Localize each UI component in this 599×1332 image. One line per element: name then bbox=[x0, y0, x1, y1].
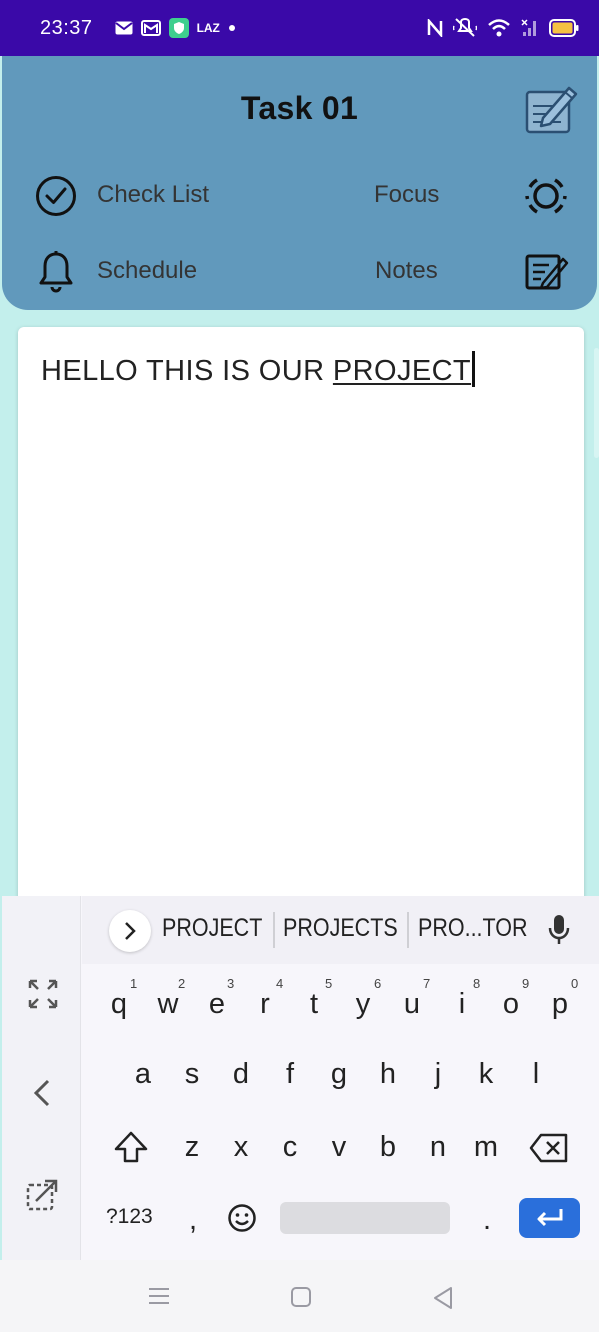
key-period[interactable]: . bbox=[467, 1200, 507, 1240]
key-c[interactable]: c bbox=[270, 1127, 310, 1167]
note-text-body: HELLO THIS IS OUR bbox=[41, 355, 333, 387]
signal-icon bbox=[521, 19, 536, 36]
focus-label[interactable]: Focus bbox=[374, 181, 439, 209]
enter-key[interactable] bbox=[519, 1198, 580, 1238]
composing-word: PROJECT bbox=[332, 355, 472, 387]
key-x[interactable]: x bbox=[221, 1127, 261, 1167]
notes-button[interactable] bbox=[525, 253, 569, 295]
key-j[interactable]: j bbox=[418, 1054, 458, 1094]
notes-label[interactable]: Notes bbox=[375, 257, 438, 285]
key-f[interactable]: f bbox=[270, 1054, 310, 1094]
navigation-bar bbox=[0, 1260, 599, 1332]
enter-icon bbox=[537, 1209, 562, 1227]
edit-note-icon bbox=[525, 86, 578, 134]
check-list-label[interactable]: Check List bbox=[97, 181, 209, 209]
key-z[interactable]: z bbox=[172, 1127, 212, 1167]
battery-icon bbox=[549, 19, 579, 37]
status-bar: 23:37 LAZ bbox=[0, 0, 599, 56]
bell-icon bbox=[39, 251, 73, 293]
key-u[interactable]: u bbox=[392, 984, 432, 1024]
key-d[interactable]: d bbox=[221, 1054, 261, 1094]
key-n[interactable]: n bbox=[418, 1127, 458, 1167]
suggestion-3[interactable]: PRO...TOR bbox=[418, 914, 528, 943]
chevron-left-icon[interactable] bbox=[32, 1078, 52, 1108]
shift-icon[interactable] bbox=[113, 1130, 149, 1164]
key-s[interactable]: s bbox=[172, 1054, 212, 1094]
suggestion-expand-button[interactable] bbox=[109, 910, 151, 952]
note-text[interactable]: HELLO THIS IS OUR PROJECT bbox=[41, 351, 476, 388]
dot-icon bbox=[228, 25, 235, 31]
emoji-icon[interactable] bbox=[227, 1203, 257, 1233]
key-y[interactable]: y bbox=[343, 984, 383, 1024]
status-time: 23:37 bbox=[40, 16, 93, 39]
space-key[interactable] bbox=[280, 1202, 450, 1234]
symbols-key[interactable]: ?123 bbox=[106, 1205, 153, 1229]
key-b[interactable]: b bbox=[368, 1127, 408, 1167]
text-caret bbox=[472, 351, 476, 387]
float-keyboard-icon[interactable] bbox=[26, 1177, 60, 1211]
backspace-icon[interactable] bbox=[529, 1133, 569, 1163]
mail-icon bbox=[114, 21, 133, 35]
chevron-right-icon bbox=[125, 922, 136, 940]
mute-icon bbox=[453, 18, 477, 37]
nfc-icon bbox=[427, 19, 443, 37]
key-p[interactable]: p bbox=[540, 984, 580, 1024]
key-h[interactable]: h bbox=[368, 1054, 408, 1094]
schedule-button[interactable] bbox=[38, 250, 74, 298]
key-comma[interactable]: , bbox=[173, 1200, 213, 1240]
microphone-icon[interactable] bbox=[547, 914, 571, 946]
expand-icon[interactable] bbox=[27, 978, 59, 1010]
check-circle-icon bbox=[36, 176, 76, 216]
page-title: Task 01 bbox=[240, 90, 359, 126]
suggestion-bar: PROJECT PROJECTS PRO...TOR bbox=[82, 896, 599, 964]
key-r[interactable]: r bbox=[245, 984, 285, 1024]
wifi-icon bbox=[488, 19, 510, 37]
key-t[interactable]: t bbox=[294, 984, 334, 1024]
suggestion-1[interactable]: PROJECT bbox=[162, 914, 262, 943]
key-i[interactable]: i bbox=[442, 984, 482, 1024]
app-screen: 23:37 LAZ Task 01 Check List Focus Sched… bbox=[0, 0, 599, 1332]
note-editor[interactable]: HELLO THIS IS OUR PROJECT bbox=[18, 327, 584, 907]
key-q[interactable]: q bbox=[99, 984, 139, 1024]
back-icon[interactable] bbox=[432, 1286, 454, 1310]
key-g[interactable]: g bbox=[319, 1054, 359, 1094]
edit-button[interactable] bbox=[523, 80, 579, 136]
suggestion-divider bbox=[407, 912, 409, 948]
carrier-label: LAZ bbox=[196, 21, 220, 35]
keyboard-side-panel bbox=[2, 896, 81, 1260]
notes-edit-icon bbox=[525, 254, 569, 290]
key-e[interactable]: e bbox=[197, 984, 237, 1024]
key-w[interactable]: w bbox=[148, 984, 188, 1024]
key-o[interactable]: o bbox=[491, 984, 531, 1024]
schedule-label[interactable]: Schedule bbox=[97, 257, 197, 285]
key-m[interactable]: m bbox=[466, 1127, 506, 1167]
shield-icon bbox=[168, 18, 189, 38]
suggestion-divider bbox=[273, 912, 275, 948]
home-icon[interactable] bbox=[290, 1286, 312, 1308]
key-k[interactable]: k bbox=[466, 1054, 506, 1094]
focus-icon bbox=[525, 178, 567, 214]
scroll-indicator[interactable] bbox=[594, 348, 599, 458]
gmail-icon bbox=[140, 20, 161, 36]
check-list-button[interactable] bbox=[35, 175, 77, 221]
key-l[interactable]: l bbox=[516, 1054, 556, 1094]
menu-icon[interactable] bbox=[148, 1287, 170, 1305]
key-a[interactable]: a bbox=[123, 1054, 163, 1094]
key-v[interactable]: v bbox=[319, 1127, 359, 1167]
suggestion-2[interactable]: PROJECTS bbox=[283, 914, 398, 943]
focus-button[interactable] bbox=[524, 174, 568, 222]
